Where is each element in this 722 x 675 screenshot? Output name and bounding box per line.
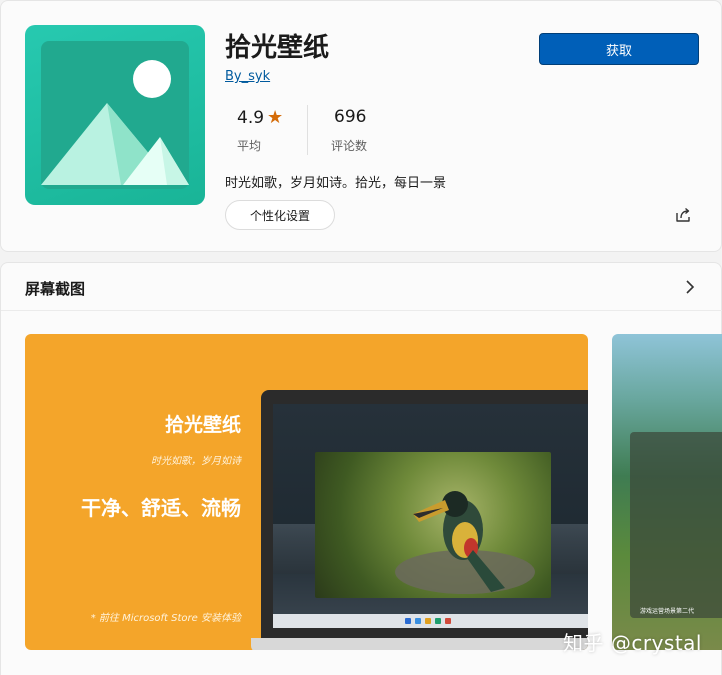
publisher-link[interactable]: By_syk (225, 69, 270, 84)
laptop-mockup (261, 390, 588, 650)
screenshot-1[interactable]: 拾光壁纸 时光如歌，岁月如诗 干净、舒适、流畅 * 前往 Microsoft S… (25, 334, 588, 650)
app-header-card: 拾光壁纸 By_syk 4.9 ★ 平均 696 评论数 时光如歌，岁月如诗。拾光… (0, 0, 722, 252)
laptop-base (251, 638, 588, 650)
mountain-sun-icon (25, 25, 205, 205)
screenshot-2-caption: 游戏运营场景第二代 (640, 608, 695, 615)
personalize-button[interactable]: 个性化设置 (225, 200, 335, 230)
laptop-screen (273, 404, 588, 628)
overlay-panel (630, 432, 722, 618)
promo-tagline: 时光如歌，岁月如诗 (151, 456, 241, 467)
taskbar (273, 614, 588, 628)
promo-footnote: * 前往 Microsoft Store 安装体验 (90, 613, 241, 624)
review-count: 696 (334, 107, 367, 127)
personalize-label: 个性化设置 (249, 208, 310, 223)
watermark: 知乎 @crystal (563, 631, 702, 655)
rating-label: 平均 (237, 139, 262, 153)
app-title: 拾光壁纸 (225, 33, 330, 63)
app-description: 时光如歌，岁月如诗。拾光，每日一景 (225, 176, 447, 191)
star-icon: ★ (267, 107, 284, 128)
share-icon[interactable] (673, 205, 693, 225)
bird-photo (315, 452, 551, 598)
promo-headline: 拾光壁纸 (164, 414, 241, 436)
promo-slogan: 干净、舒适、流畅 (81, 496, 241, 520)
section-divider (1, 310, 722, 311)
get-button[interactable]: 获取 (539, 33, 699, 65)
section-title: 屏幕截图 (25, 280, 86, 298)
review-label: 评论数 (331, 139, 368, 153)
screenshots-section: 屏幕截图 拾光壁纸 时光如歌，岁月如诗 干净、舒适、流畅 * 前往 Micros… (0, 262, 722, 675)
stats-divider (307, 105, 308, 155)
rating-value: 4.9 (237, 108, 265, 128)
get-button-label: 获取 (605, 43, 632, 59)
screenshot-2[interactable]: 游戏运营场景第二代 (612, 334, 722, 650)
rating-value-group: 4.9 ★ (237, 107, 283, 128)
chevron-right-icon[interactable] (680, 277, 700, 297)
